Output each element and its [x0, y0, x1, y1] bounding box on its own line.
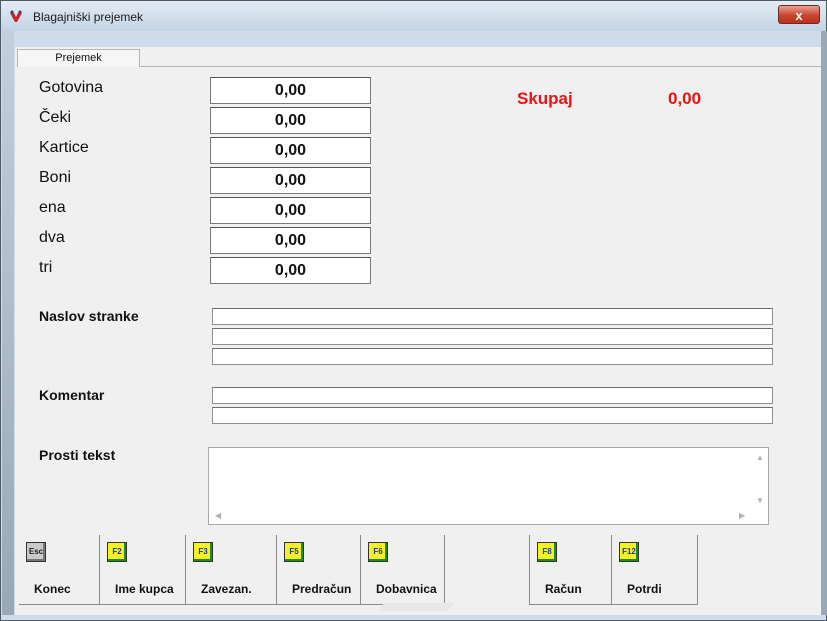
- total-label: Skupaj: [517, 89, 573, 108]
- delivery-note-button[interactable]: F6 Dobavnica: [361, 535, 445, 605]
- amount-field-kartice[interactable]: 0,00: [210, 137, 371, 164]
- customer-name-button-label: Ime kupca: [115, 582, 174, 596]
- amount-field-tri[interactable]: 0,00: [210, 257, 371, 284]
- payment-label-ceki: Čeki: [39, 109, 72, 126]
- exit-button[interactable]: Esc Konec: [19, 535, 100, 605]
- esc-key-icon: Esc: [26, 542, 46, 562]
- amount-field-boni[interactable]: 0,00: [210, 167, 371, 194]
- invoice-button[interactable]: F8 Račun: [529, 535, 612, 605]
- payment-label-ena: ena: [39, 199, 66, 216]
- comment-line-1[interactable]: [212, 387, 773, 404]
- amount-field-dva[interactable]: 0,00: [210, 227, 371, 254]
- payment-label-kartice: Kartice: [39, 139, 89, 156]
- taxpayer-button-label: Zavezan.: [201, 582, 252, 596]
- free-text-label: Prosti tekst: [39, 447, 116, 463]
- app-window: Blagajniški prejemek x Prejemek Gotovina…: [0, 0, 827, 621]
- f5-key-icon: F5: [284, 542, 304, 562]
- f3-key-icon: F3: [193, 542, 213, 562]
- left-frame-decoration: [2, 31, 14, 615]
- payment-label-dva: dva: [39, 229, 65, 246]
- amount-field-gotovina[interactable]: 0,00: [210, 77, 371, 104]
- function-key-toolbar: Esc Konec F2 Ime kupca F3 Zavezan. F5 Pr…: [19, 535, 821, 605]
- total-value: 0,00: [668, 89, 702, 108]
- comment-line-2[interactable]: [212, 407, 773, 424]
- address-line-1[interactable]: [212, 308, 773, 325]
- tab-divider: [140, 66, 821, 67]
- scroll-right-icon[interactable]: ▶: [739, 511, 745, 520]
- confirm-button-label: Potrdi: [627, 582, 662, 596]
- taxpayer-button[interactable]: F3 Zavezan.: [186, 535, 277, 605]
- proforma-button-label: Predračun: [292, 582, 352, 596]
- window-title: Blagajniški prejemek: [33, 10, 144, 24]
- comment-label: Komentar: [39, 387, 105, 403]
- invoice-button-label: Račun: [545, 582, 582, 596]
- app-icon: [10, 10, 22, 22]
- f8-key-icon: F8: [537, 542, 557, 562]
- f2-key-icon: F2: [107, 542, 127, 562]
- f12-key-icon: F12: [619, 542, 639, 562]
- scroll-down-icon[interactable]: ▼: [756, 496, 764, 505]
- address-line-2[interactable]: [212, 328, 773, 345]
- confirm-button[interactable]: F12 Potrdi: [612, 535, 698, 605]
- f6-key-icon: F6: [368, 542, 388, 562]
- amount-field-ena[interactable]: 0,00: [210, 197, 371, 224]
- close-button[interactable]: x: [778, 5, 820, 24]
- scroll-up-icon[interactable]: ▲: [756, 453, 764, 462]
- scroll-left-icon[interactable]: ◀: [215, 511, 221, 520]
- free-text-area[interactable]: [208, 447, 769, 525]
- delivery-note-button-label: Dobavnica: [376, 582, 437, 596]
- address-label: Naslov stranke: [39, 308, 139, 324]
- amount-field-ceki[interactable]: 0,00: [210, 107, 371, 134]
- tab-prejemek[interactable]: Prejemek: [17, 49, 140, 67]
- payment-label-boni: Boni: [39, 169, 72, 186]
- exit-button-label: Konec: [34, 582, 71, 596]
- right-frame-decoration: [821, 31, 827, 615]
- bottom-decoration: [377, 603, 455, 611]
- customer-name-button[interactable]: F2 Ime kupca: [100, 535, 186, 605]
- address-line-3[interactable]: [212, 348, 773, 365]
- payment-label-tri: tri: [39, 259, 53, 276]
- payment-label-gotovina: Gotovina: [39, 79, 104, 96]
- title-bar[interactable]: Blagajniški prejemek x: [1, 1, 826, 31]
- proforma-button[interactable]: F5 Predračun: [277, 535, 361, 605]
